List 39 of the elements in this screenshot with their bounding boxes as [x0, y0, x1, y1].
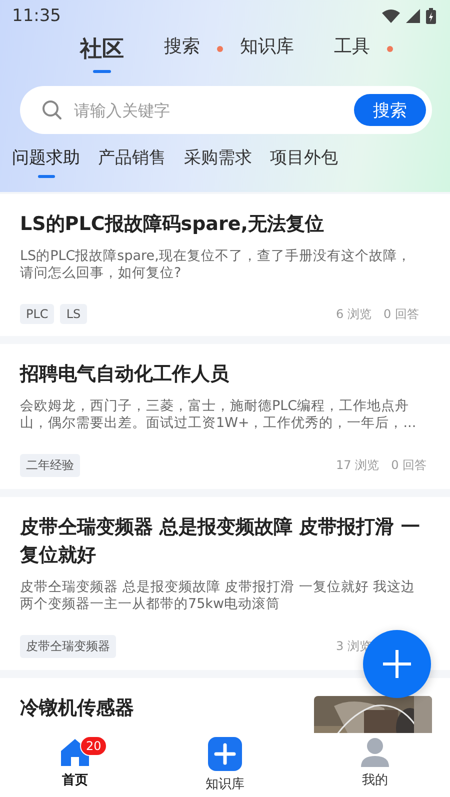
tag: 二年经验	[20, 454, 80, 477]
status-time: 11:35	[12, 6, 61, 26]
category-tab[interactable]: 项目外包	[270, 146, 338, 178]
view-count: 17 浏览	[336, 457, 380, 474]
post-excerpt: 会欧姆龙，西门子，三菱，富士，施耐德PLC编程，工作地点舟山，偶尔需要出差。面试过工资1W+，工作优秀的，一年后，...	[20, 398, 418, 432]
top-tab[interactable]: 知识库	[240, 34, 294, 58]
post-excerpt: 皮带仝瑞变频器 总是报变频故障 皮带报打滑 一复位就好 我这边两个变频器一主一从都带的75kw电动滚筒	[20, 579, 416, 613]
nav-item[interactable]: 知识库	[170, 733, 280, 797]
nav-item[interactable]: 我的	[320, 733, 430, 797]
search-field[interactable]: 请输入关键字 搜索	[20, 86, 432, 134]
top-tab[interactable]: 工具	[334, 34, 370, 58]
search-icon	[42, 100, 62, 120]
post-title: LS的PLC报故障码spare,无法复位	[20, 212, 325, 237]
tab-indicator	[93, 70, 111, 73]
signal-icon	[406, 9, 420, 23]
answer-count: 0 回答	[391, 457, 427, 474]
tag: LS	[60, 304, 87, 324]
top-tab[interactable]: 搜索	[164, 34, 200, 58]
post-title: 招聘电气自动化工作人员	[20, 362, 230, 387]
post-card[interactable]: 招聘电气自动化工作人员 会欧姆龙，西门子，三菱，富士，施耐德PLC编程，工作地点舟山，偶尔需要出差。面试过工资1W+，工作优秀的，一年后，... 二年经验 17 浏览 0 回答	[0, 344, 450, 489]
battery-icon	[426, 8, 436, 24]
category-tab[interactable]: 产品销售	[98, 146, 166, 178]
category-tab[interactable]: 采购需求	[184, 146, 252, 178]
post-title: 冷镦机传感器	[20, 696, 135, 721]
post-card[interactable]: 冷镦机传感器	[0, 678, 450, 733]
notification-badge: 20	[80, 736, 108, 756]
post-excerpt: LS的PLC报故障spare,现在复位不了，查了手册没有这个故障，请问怎么回事，如何复位?	[20, 248, 412, 282]
post-card[interactable]: LS的PLC报故障码spare,无法复位 LS的PLC报故障spare,现在复位不了，查了手册没有这个故障，请问怎么回事，如何复位? PLC LS 6 浏览 0 回答	[0, 194, 450, 336]
search-button[interactable]: 搜索	[354, 94, 426, 126]
answer-count: 0 回答	[383, 306, 419, 322]
tag: 皮带仝瑞变频器	[20, 635, 116, 658]
nav-item[interactable]: 20 首页	[20, 733, 130, 797]
view-count: 6 浏览	[336, 306, 372, 322]
wifi-icon	[382, 9, 400, 23]
top-tab[interactable]: 社区	[80, 34, 124, 64]
category-tab[interactable]: 问题求助	[12, 146, 80, 178]
tag: PLC	[20, 304, 54, 324]
post-title: 皮带仝瑞变频器 总是报变频故障 皮带报打滑 一复位就好	[20, 515, 420, 568]
plus-icon	[382, 649, 412, 679]
